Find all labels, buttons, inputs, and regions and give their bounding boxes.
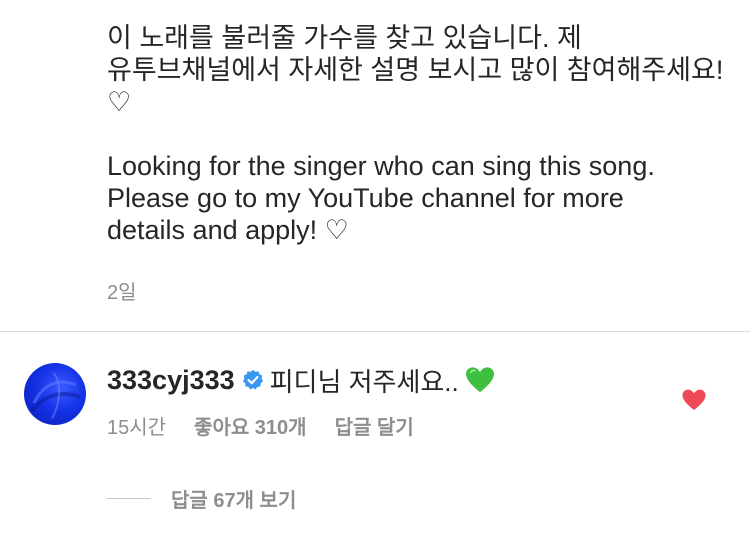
caption-line: 이 노래를 불러줄 가수를 찾고 있습니다. 제: [107, 23, 582, 53]
caption-line: details and apply! ♡: [107, 215, 349, 245]
verified-badge-icon: [242, 369, 263, 390]
green-heart-icon: [465, 367, 494, 393]
caption-line: ♡: [107, 87, 132, 117]
replies-divider-line: [107, 498, 151, 499]
avatar[interactable]: [24, 363, 86, 425]
comment-username[interactable]: 333cyj333: [107, 365, 235, 396]
caption-line: 유투브채널에서 자세한 설명 보시고 많이 참여해주세요!: [107, 55, 724, 85]
caption-line: Please go to my YouTube channel for more: [107, 183, 624, 213]
view-replies-button[interactable]: 답글 67개 보기: [107, 484, 296, 513]
comment-line: 333cyj333 피디님 저주세요..: [107, 363, 495, 397]
post-caption: 이 노래를 불러줄 가수를 찾고 있습니다. 제 유투브채널에서 자세한 설명 …: [107, 22, 732, 246]
comment-timestamp: 15시간: [107, 417, 167, 439]
comment-meta: 15시간 좋아요 310개 답글 달기: [107, 411, 414, 440]
view-replies-label[interactable]: 답글 67개 보기: [171, 484, 296, 513]
comment-likes-count[interactable]: 좋아요 310개: [194, 411, 307, 440]
reply-button[interactable]: 답글 달기: [335, 411, 414, 440]
caption-timestamp: 2일: [107, 282, 137, 304]
caption-line: Looking for the singer who can sing this…: [107, 151, 655, 181]
divider: [0, 331, 750, 332]
comment-text: 피디님 저주세요..: [269, 366, 459, 397]
heart-like-icon[interactable]: [681, 388, 707, 412]
